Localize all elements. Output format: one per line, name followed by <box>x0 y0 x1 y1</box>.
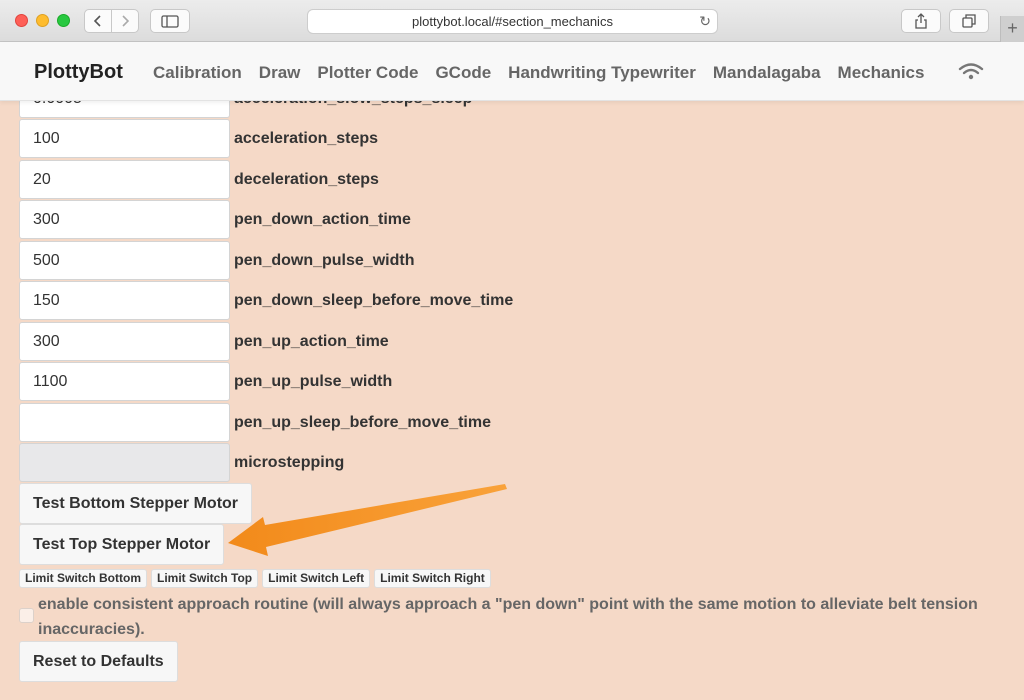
address-bar[interactable]: plottybot.local/#section_mechanics ↻ <box>307 9 718 34</box>
share-icon <box>915 13 927 29</box>
deceleration-steps-label: deceleration_steps <box>234 171 379 188</box>
acceleration-slow-steps-sleep-label: acceleration_slow_steps_sleep <box>234 101 472 118</box>
limit-switch-right-button[interactable]: Limit Switch Right <box>374 569 491 588</box>
brand-logo-text[interactable]: PlottyBot <box>34 61 123 84</box>
setting-row-pen-down-action-time: pen_down_action_time <box>19 200 999 239</box>
setting-row-pen-down-sleep-before-move-time: pen_down_sleep_before_move_time <box>19 281 999 320</box>
consistent-approach-checkbox[interactable] <box>19 608 34 623</box>
setting-row-pen-up-pulse-width: pen_up_pulse_width <box>19 362 999 401</box>
setting-row-microstepping: microstepping <box>19 443 999 482</box>
limit-switch-bottom-button[interactable]: Limit Switch Bottom <box>19 569 147 588</box>
new-tab-button[interactable]: + <box>1000 16 1024 42</box>
reset-to-defaults-button[interactable]: Reset to Defaults <box>19 641 178 682</box>
nav-link-gcode[interactable]: GCode <box>435 63 491 83</box>
limit-switch-left-button[interactable]: Limit Switch Left <box>262 569 371 588</box>
share-button[interactable] <box>901 9 941 33</box>
acceleration-steps-input[interactable] <box>19 119 230 158</box>
nav-links: Calibration Draw Plotter Code GCode Hand… <box>153 63 924 83</box>
maximize-window-button[interactable] <box>57 14 70 27</box>
annotation-arrow-shape <box>228 484 507 556</box>
nav-link-calibration[interactable]: Calibration <box>153 63 242 83</box>
deceleration-steps-input[interactable] <box>19 160 230 199</box>
limit-switch-top-button[interactable]: Limit Switch Top <box>151 569 259 588</box>
site-navbar: PlottyBot Calibration Draw Plotter Code … <box>0 42 1024 101</box>
pen-down-action-time-label: pen_down_action_time <box>234 211 411 228</box>
tabs-icon <box>962 14 976 28</box>
acceleration-slow-steps-sleep-input[interactable] <box>19 101 230 118</box>
sidebar-icon <box>161 14 179 28</box>
browser-toolbar: plottybot.local/#section_mechanics ↻ + <box>0 0 1024 42</box>
nav-link-mechanics[interactable]: Mechanics <box>838 63 925 83</box>
setting-row-deceleration-steps: deceleration_steps <box>19 160 999 199</box>
minimize-window-button[interactable] <box>36 14 49 27</box>
microstepping-input <box>19 443 230 482</box>
setting-row-pen-up-action-time: pen_up_action_time <box>19 322 999 361</box>
nav-link-handwriting-typewriter[interactable]: Handwriting Typewriter <box>508 63 696 83</box>
nav-link-plotter-code[interactable]: Plotter Code <box>317 63 418 83</box>
close-window-button[interactable] <box>15 14 28 27</box>
back-button[interactable] <box>84 9 112 33</box>
pen-down-sleep-before-move-time-label: pen_down_sleep_before_move_time <box>234 292 514 309</box>
mechanics-section: acceleration_slow_steps_sleep accelerati… <box>0 101 1024 700</box>
pen-up-action-time-label: pen_up_action_time <box>234 333 389 350</box>
nav-link-mandalagaba[interactable]: Mandalagaba <box>713 63 821 83</box>
pen-up-action-time-input[interactable] <box>19 322 230 361</box>
setting-row-acceleration-steps: acceleration_steps <box>19 119 999 158</box>
nav-link-draw[interactable]: Draw <box>259 63 301 83</box>
test-bottom-stepper-motor-button[interactable]: Test Bottom Stepper Motor <box>19 483 253 524</box>
pen-down-sleep-before-move-time-input[interactable] <box>19 281 230 320</box>
pen-up-pulse-width-input[interactable] <box>19 362 230 401</box>
wifi-icon <box>958 63 984 80</box>
pen-down-pulse-width-label: pen_down_pulse_width <box>234 252 415 269</box>
forward-button[interactable] <box>111 9 139 33</box>
pen-up-sleep-before-move-time-label: pen_up_sleep_before_move_time <box>234 414 491 431</box>
limit-switch-group: Limit Switch Bottom Limit Switch Top Lim… <box>19 569 491 588</box>
chevron-left-icon <box>93 15 101 27</box>
acceleration-steps-label: acceleration_steps <box>234 130 379 147</box>
setting-row-pen-up-sleep-before-move-time: pen_up_sleep_before_move_time <box>19 403 999 442</box>
pen-down-action-time-input[interactable] <box>19 200 230 239</box>
url-text: plottybot.local/#section_mechanics <box>412 14 613 29</box>
sidebar-toggle-button[interactable] <box>150 9 190 33</box>
consistent-approach-label: enable consistent approach routine (will… <box>38 596 978 638</box>
show-tabs-button[interactable] <box>949 9 989 33</box>
setting-row-acceleration-slow-steps-sleep: acceleration_slow_steps_sleep <box>19 101 999 118</box>
microstepping-label: microstepping <box>234 454 345 471</box>
pen-up-pulse-width-label: pen_up_pulse_width <box>234 373 393 390</box>
pen-up-sleep-before-move-time-input[interactable] <box>19 403 230 442</box>
test-top-stepper-motor-button[interactable]: Test Top Stepper Motor <box>19 524 225 565</box>
setting-row-pen-down-pulse-width: pen_down_pulse_width <box>19 241 999 280</box>
reload-icon[interactable]: ↻ <box>699 10 711 33</box>
chevron-right-icon <box>122 15 130 27</box>
pen-down-pulse-width-input[interactable] <box>19 241 230 280</box>
